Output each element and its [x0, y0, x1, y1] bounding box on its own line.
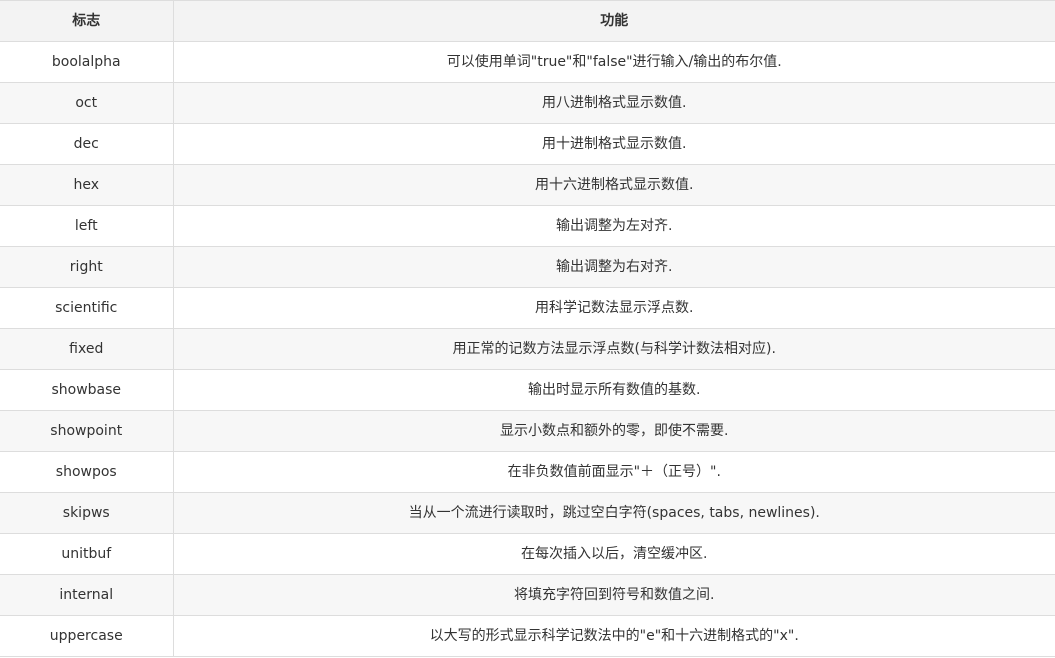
flags-table: 标志 功能 boolalpha 可以使用单词"true"和"false"进行输入… — [0, 0, 1055, 657]
header-row: 标志 功能 — [0, 0, 1055, 42]
flag-cell: uppercase — [0, 615, 174, 657]
function-cell: 用八进制格式显示数值. — [172, 82, 1055, 124]
function-cell: 用科学记数法显示浮点数. — [172, 287, 1055, 329]
header-function: 功能 — [172, 0, 1055, 42]
table-row: boolalpha 可以使用单词"true"和"false"进行输入/输出的布尔… — [0, 41, 1055, 83]
flag-cell: showbase — [0, 369, 174, 411]
flag-cell: scientific — [0, 287, 174, 329]
table-row: showbase 输出时显示所有数值的基数. — [0, 369, 1055, 411]
function-cell: 用正常的记数方法显示浮点数(与科学计数法相对应). — [172, 328, 1055, 370]
function-cell: 在每次插入以后，清空缓冲区. — [172, 533, 1055, 575]
table-header: 标志 功能 — [0, 0, 1055, 42]
function-cell: 输出调整为左对齐. — [172, 205, 1055, 247]
table-row: unitbuf 在每次插入以后，清空缓冲区. — [0, 533, 1055, 575]
table-row: left 输出调整为左对齐. — [0, 205, 1055, 247]
function-cell: 以大写的形式显示科学记数法中的"e"和十六进制格式的"x". — [172, 615, 1055, 657]
table-row: showpos 在非负数值前面显示"＋（正号）". — [0, 451, 1055, 493]
table-row: internal 将填充字符回到符号和数值之间. — [0, 574, 1055, 616]
flag-cell: hex — [0, 164, 174, 206]
function-cell: 将填充字符回到符号和数值之间. — [172, 574, 1055, 616]
flag-cell: oct — [0, 82, 174, 124]
table-row: oct 用八进制格式显示数值. — [0, 82, 1055, 124]
function-cell: 输出调整为右对齐. — [172, 246, 1055, 288]
flag-cell: dec — [0, 123, 174, 165]
table-row: fixed 用正常的记数方法显示浮点数(与科学计数法相对应). — [0, 328, 1055, 370]
flag-cell: unitbuf — [0, 533, 174, 575]
flag-cell: fixed — [0, 328, 174, 370]
table-row: hex 用十六进制格式显示数值. — [0, 164, 1055, 206]
table-row: uppercase 以大写的形式显示科学记数法中的"e"和十六进制格式的"x". — [0, 615, 1055, 657]
table-row: scientific 用科学记数法显示浮点数. — [0, 287, 1055, 329]
function-cell: 在非负数值前面显示"＋（正号）". — [172, 451, 1055, 493]
flag-cell: boolalpha — [0, 41, 174, 83]
function-cell: 可以使用单词"true"和"false"进行输入/输出的布尔值. — [172, 41, 1055, 83]
table-row: right 输出调整为右对齐. — [0, 246, 1055, 288]
flag-cell: showpoint — [0, 410, 174, 452]
flag-cell: skipws — [0, 492, 174, 534]
function-cell: 当从一个流进行读取时，跳过空白字符(spaces, tabs, newlines… — [172, 492, 1055, 534]
flag-cell: right — [0, 246, 174, 288]
table-row: dec 用十进制格式显示数值. — [0, 123, 1055, 165]
function-cell: 用十六进制格式显示数值. — [172, 164, 1055, 206]
table-row: skipws 当从一个流进行读取时，跳过空白字符(spaces, tabs, n… — [0, 492, 1055, 534]
function-cell: 用十进制格式显示数值. — [172, 123, 1055, 165]
function-cell: 显示小数点和额外的零，即使不需要. — [172, 410, 1055, 452]
flag-cell: internal — [0, 574, 174, 616]
function-cell: 输出时显示所有数值的基数. — [172, 369, 1055, 411]
flag-cell: showpos — [0, 451, 174, 493]
flag-cell: left — [0, 205, 174, 247]
header-flag: 标志 — [0, 0, 174, 42]
table-row: showpoint 显示小数点和额外的零，即使不需要. — [0, 410, 1055, 452]
table-body: boolalpha 可以使用单词"true"和"false"进行输入/输出的布尔… — [0, 41, 1055, 657]
